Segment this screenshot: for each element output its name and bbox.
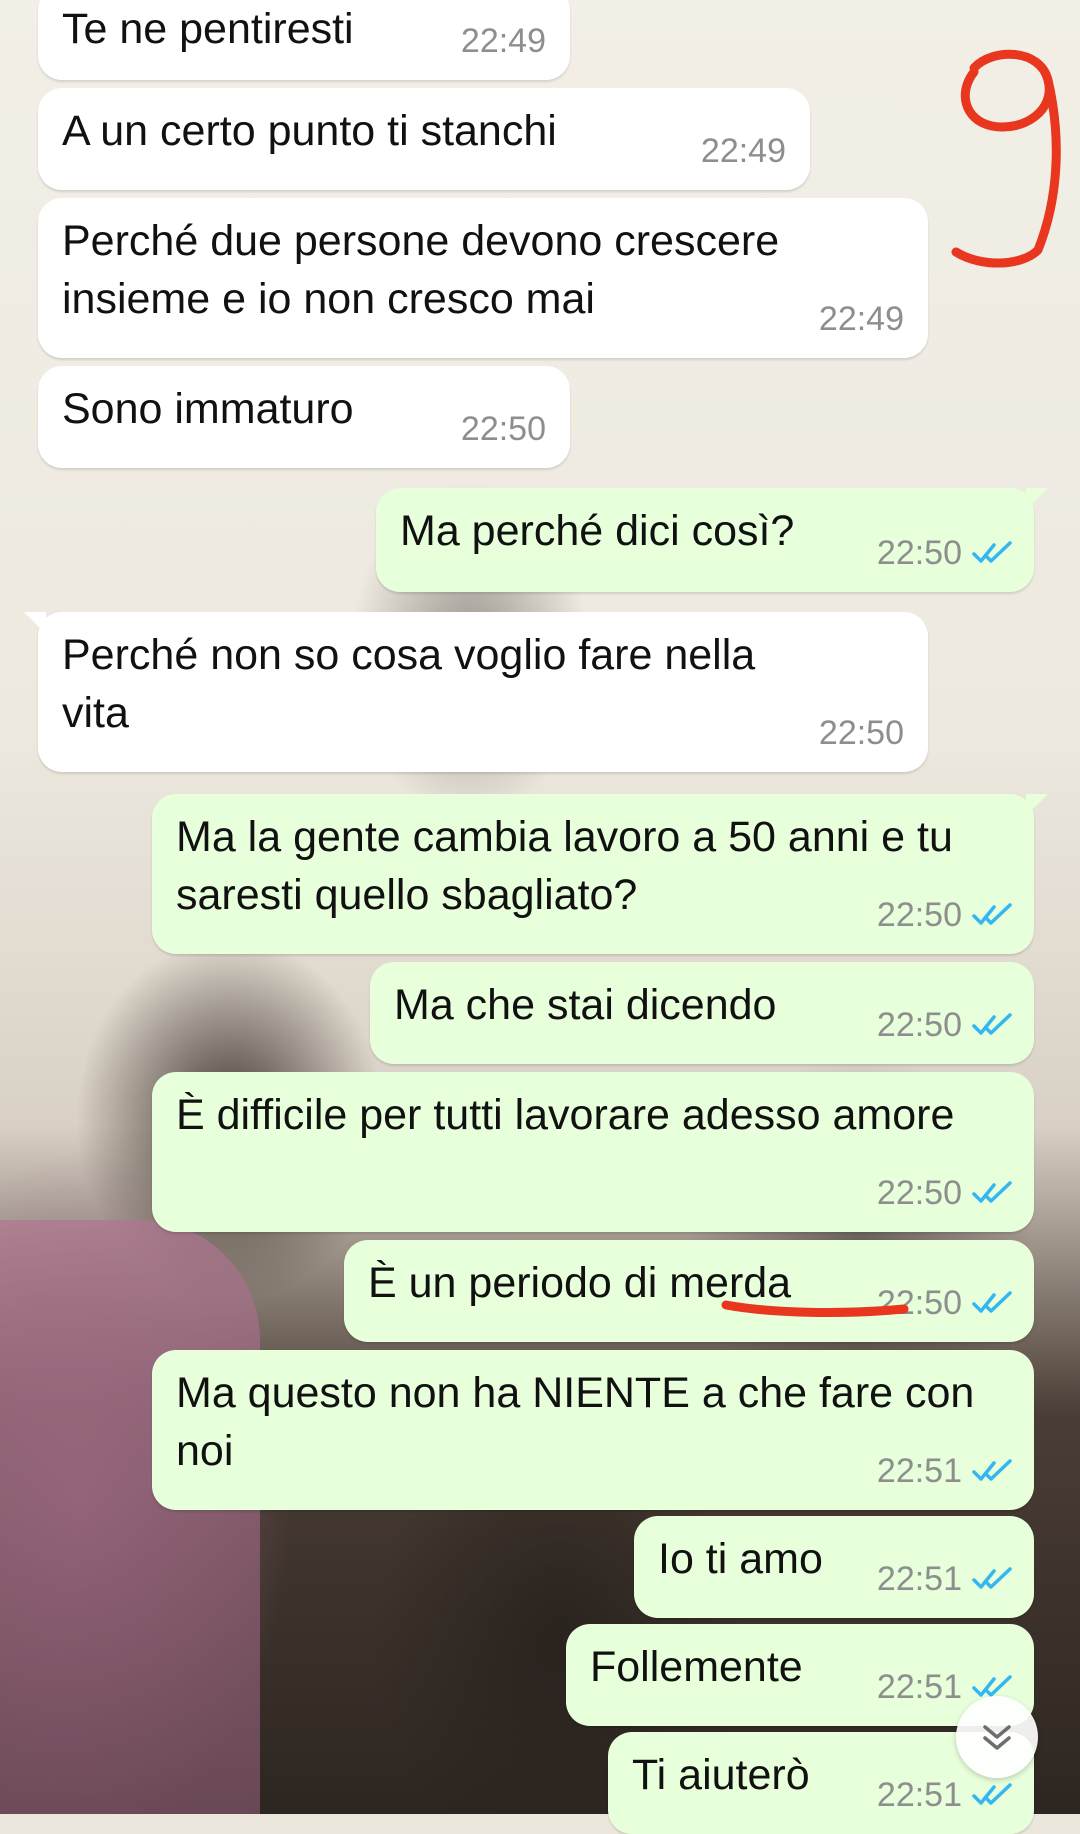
message-text: Ma la gente cambia lavoro a 50 anni e tu… bbox=[176, 813, 953, 919]
message-meta: 22:51 bbox=[877, 1550, 1014, 1608]
chevron-double-down-icon bbox=[983, 1725, 1011, 1750]
message-time: 22:50 bbox=[876, 1006, 962, 1044]
double-check-icon bbox=[972, 1181, 1012, 1203]
message-meta: 22:50 bbox=[877, 1164, 1014, 1222]
message-time: 22:50 bbox=[460, 410, 546, 448]
double-check-icon bbox=[972, 1291, 1012, 1313]
message-meta: 22:50 bbox=[877, 886, 1014, 944]
message-text: A un certo punto ti stanchi bbox=[62, 107, 557, 155]
message-meta: 22:49 bbox=[819, 290, 904, 348]
scroll-to-bottom-button[interactable] bbox=[956, 1696, 1038, 1778]
message-incoming[interactable]: Perché non so cosa voglio fare nella vit… bbox=[24, 612, 928, 772]
message-meta: 22:51 bbox=[877, 1442, 1014, 1500]
message-meta: 22:50 bbox=[461, 400, 546, 458]
message-outgoing[interactable]: Ma perché dici così? 22:50 bbox=[376, 488, 1048, 592]
message-incoming[interactable]: Sono immaturo 22:50 bbox=[38, 366, 570, 468]
message-time: 22:49 bbox=[818, 300, 904, 338]
message-outgoing[interactable]: Io ti amo 22:51 bbox=[634, 1516, 1034, 1618]
message-time: 22:50 bbox=[876, 896, 962, 934]
double-check-icon bbox=[972, 1783, 1012, 1805]
message-outgoing[interactable]: È un periodo di merda 22:50 bbox=[344, 1240, 1034, 1342]
double-check-icon bbox=[972, 903, 1012, 925]
message-text: Perché non so cosa voglio fare nella vit… bbox=[62, 631, 756, 737]
double-check-icon bbox=[972, 1567, 1012, 1589]
message-meta: 22:49 bbox=[461, 12, 546, 70]
message-meta: 22:50 bbox=[877, 996, 1014, 1054]
message-time: 22:51 bbox=[876, 1668, 962, 1706]
message-outgoing[interactable]: È difficile per tutti lavorare adesso am… bbox=[152, 1072, 1034, 1232]
double-check-icon bbox=[972, 1013, 1012, 1035]
message-time: 22:51 bbox=[876, 1776, 962, 1814]
message-time: 22:50 bbox=[876, 1174, 962, 1212]
message-time: 22:49 bbox=[460, 22, 546, 60]
double-check-icon bbox=[972, 1459, 1012, 1481]
double-check-icon bbox=[972, 541, 1012, 563]
message-text: Perché due persone devono crescere insie… bbox=[62, 217, 780, 323]
handwritten-strikethrough-annotation bbox=[721, 1300, 909, 1317]
message-time: 22:51 bbox=[876, 1560, 962, 1598]
message-outgoing[interactable]: Ma questo non ha NIENTE a che fare con n… bbox=[152, 1350, 1034, 1510]
message-meta: 22:49 bbox=[701, 122, 786, 180]
message-meta: 22:50 bbox=[819, 704, 904, 762]
message-time: 22:49 bbox=[700, 132, 786, 170]
message-list[interactable]: Te ne pentiresti 22:49 A un certo punto … bbox=[0, 0, 1080, 1834]
message-time: 22:51 bbox=[876, 1452, 962, 1490]
message-incoming[interactable]: Te ne pentiresti 22:49 bbox=[38, 0, 570, 80]
message-outgoing[interactable]: Ma la gente cambia lavoro a 50 anni e tu… bbox=[152, 794, 1048, 954]
message-meta: 22:50 bbox=[877, 524, 1014, 582]
message-text: È difficile per tutti lavorare adesso am… bbox=[176, 1091, 955, 1139]
handwritten-nine-annotation bbox=[951, 49, 1061, 268]
message-incoming[interactable]: A un certo punto ti stanchi 22:49 bbox=[38, 88, 810, 190]
message-time: 22:50 bbox=[818, 714, 904, 752]
message-text: Ma questo non ha NIENTE a che fare con n… bbox=[176, 1369, 975, 1475]
message-outgoing[interactable]: Ma che stai dicendo 22:50 bbox=[370, 962, 1034, 1064]
message-time: 22:50 bbox=[876, 534, 962, 572]
message-incoming[interactable]: Perché due persone devono crescere insie… bbox=[38, 198, 928, 358]
